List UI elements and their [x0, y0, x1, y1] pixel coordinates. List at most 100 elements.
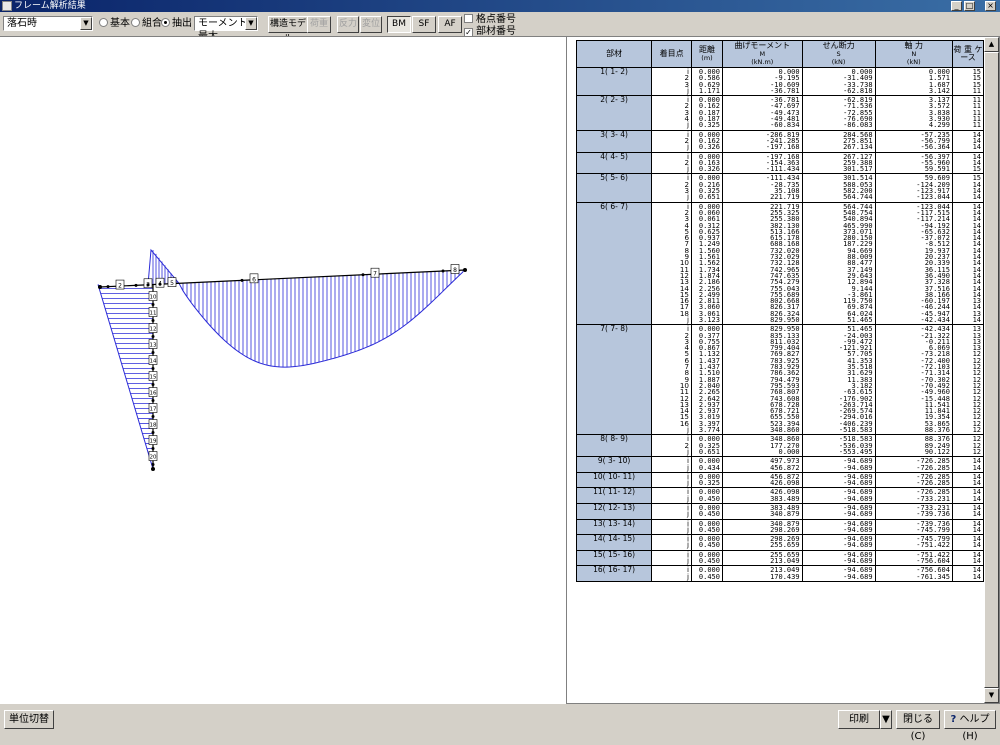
case-cell: 14 14	[951, 534, 985, 551]
moment-select[interactable]: モーメント最大 ▼	[194, 16, 258, 42]
case-select-value: 落石時	[7, 18, 37, 29]
moment-cell: 221.719 255.325 255.380 382.130 513.166 …	[721, 202, 803, 326]
help-label: ヘルプ(H)	[959, 714, 990, 742]
member-label: 19	[150, 439, 157, 445]
table-row: 5( 5- 6) i 2 3 j 0.000 0.216 0.325 0.651 -1…	[575, 173, 985, 203]
col-moment-sym: M	[759, 50, 766, 58]
case-cell: 15 15 15 11	[951, 67, 985, 97]
table-row: 16( 16- 17) i j 0.000 0.450 213.049 170.439…	[575, 565, 985, 582]
shear-cell: 0.000 -31.409 -33.738 -62.818	[801, 67, 876, 97]
shear-cell: -518.583 -536.039 -553.495	[801, 434, 876, 458]
print-button[interactable]: 印刷	[838, 710, 880, 729]
member-cell: 1( 1- 2)	[575, 67, 653, 97]
member-cell: 8( 8- 9)	[575, 434, 653, 458]
close-button[interactable]: 閉じる(C)	[896, 710, 940, 742]
shear-cell: -94.689 -94.689	[801, 503, 876, 520]
case-cell: 13 13 13 13 12 12 12 12 12 12 12 12 12 1…	[951, 324, 985, 436]
axial-cell: -726.285 -733.231	[874, 487, 953, 504]
member-label: 18	[150, 423, 157, 429]
case-select[interactable]: 落石時 ▼	[3, 16, 93, 31]
radio-basic-dot	[99, 18, 108, 27]
displacement-button[interactable]: 変位	[360, 16, 382, 33]
chevron-down-icon: ▼	[245, 17, 257, 30]
radio-extract[interactable]: 抽出	[161, 18, 192, 29]
axial-cell: -739.736 -745.799	[874, 519, 953, 536]
table-row: 1( 1- 2) i 2 3 j 0.000 0.586 0.629 1.171 0.…	[575, 67, 985, 97]
col-load-case: 荷 重 ケース	[951, 40, 985, 68]
table-row: 7( 7- 8) i 2 3 4 5 6 7 8 9 10 11 12 13 14…	[575, 324, 985, 436]
frame-diagram-canvas[interactable]: 23456781011121314151617181920	[0, 36, 566, 704]
maximize-button[interactable]: □	[964, 1, 975, 11]
col-moment-label: 曲げモーメント	[734, 41, 791, 50]
axial-cell: -726.285 -726.285	[874, 456, 953, 473]
window-title: フレーム解析結果	[14, 1, 86, 11]
structure-model-button[interactable]: 構造モデル	[268, 16, 308, 44]
node-dot	[151, 399, 155, 403]
distance-cell: 0.000 0.450	[691, 503, 723, 520]
help-button[interactable]: ? ヘルプ(H)	[944, 710, 996, 742]
load-button[interactable]: 荷重	[307, 16, 331, 33]
axial-cell: -726.285 -726.285	[874, 472, 953, 489]
member-cell: 14( 14- 15)	[575, 534, 653, 551]
vertical-scrollbar[interactable]: ▲ ▼	[984, 37, 999, 703]
table-row: 12( 12- 13) i j 0.000 0.450 383.489 340.879…	[575, 503, 985, 520]
col-distance-label: 距離	[698, 45, 715, 54]
point-cell: i j	[651, 456, 693, 473]
node-dot	[134, 283, 138, 287]
radio-basic-label: 基本	[110, 18, 130, 29]
result-table-panel[interactable]: 部材 着目点 距離 (m) 曲げモーメント M (kN.m) せん断力 S (kN) 軸 …	[566, 36, 1000, 704]
table-row: 4( 4- 5) i 2 j 0.000 0.163 0.326 -197.168 -…	[575, 152, 985, 175]
point-cell: i j	[651, 565, 693, 582]
moment-cell: 348.860 177.270 0.000	[721, 434, 803, 458]
node-dot	[146, 283, 150, 287]
member-label: 12	[150, 327, 157, 333]
scroll-down-icon[interactable]: ▼	[984, 688, 999, 703]
bm-button[interactable]: BM	[387, 16, 411, 33]
member-cell: 4( 4- 5)	[575, 152, 653, 175]
minimize-button[interactable]: _	[951, 1, 962, 11]
case-cell: 15 14 14 14	[951, 173, 985, 203]
close-window-button[interactable]: ×	[985, 1, 996, 11]
shear-cell: -94.689 -94.689	[801, 472, 876, 489]
member-cell: 11( 11- 12)	[575, 487, 653, 504]
node-dot	[151, 303, 155, 307]
unit-switch-button[interactable]: 単位切替	[4, 710, 54, 729]
axial-cell: -751.422 -756.604	[874, 550, 953, 567]
member-label: 16	[150, 391, 157, 397]
shear-cell: 564.744 548.754 540.894 465.990 373.071 …	[801, 202, 876, 326]
sf-button[interactable]: SF	[412, 16, 436, 33]
scroll-up-icon[interactable]: ▲	[984, 37, 999, 52]
shear-cell: 267.127 259.388 301.517	[801, 152, 876, 175]
distance-cell: 0.000 0.060 0.061 0.312 0.625 0.937 1.24…	[691, 202, 723, 326]
table-row: 9( 3- 10) i j 0.000 0.434 497.973 456.872 -9…	[575, 456, 985, 473]
case-cell: 14 14	[951, 503, 985, 520]
moment-cell: 0.000 -9.195 -10.609 -36.781	[721, 67, 803, 97]
af-button[interactable]: AF	[438, 16, 462, 33]
point-cell: i 2 3 4 5 6 7 8 9 10 11 12 13 14 15 16 1…	[651, 202, 693, 326]
moment-cell: 426.098 383.489	[721, 487, 803, 504]
member-label: 6	[252, 276, 256, 283]
beam-moment-outline	[178, 271, 464, 368]
reaction-button[interactable]: 反力	[337, 16, 359, 33]
node-dot	[361, 273, 365, 277]
radio-combo[interactable]: 組合	[131, 18, 162, 29]
point-cell: i j	[651, 534, 693, 551]
member-label: 17	[150, 407, 157, 413]
shear-cell: -94.689 -94.689	[801, 565, 876, 582]
node-number-checkbox[interactable]: 格点番号	[464, 14, 516, 25]
table-row: 3( 3- 4) i 2 j 0.000 0.162 0.326 -286.819 -…	[575, 130, 985, 153]
radio-extract-label: 抽出	[172, 18, 192, 29]
table-row: 15( 15- 16) i j 0.000 0.450 255.659 213.049…	[575, 550, 985, 567]
chevron-down-icon[interactable]: ▼	[880, 710, 892, 729]
table-row: 2( 2- 3) i 2 3 4 j 0.000 0.162 0.187 0.187…	[575, 95, 985, 131]
col-member: 部材	[575, 40, 653, 68]
radio-basic[interactable]: 基本	[99, 18, 130, 29]
member-cell: 13( 13- 14)	[575, 519, 653, 536]
col-shear-sym: S	[836, 50, 841, 58]
case-cell: 14 14 14 14 14 14 14 14 14 14 14 14 14 1…	[951, 202, 985, 326]
node-dot	[151, 351, 155, 355]
column-moment-outline	[97, 284, 154, 470]
status-bar: 単位切替 印刷 ▼ 閉じる(C) ? ヘルプ(H)	[0, 704, 1000, 742]
scroll-thumb[interactable]	[984, 52, 999, 688]
col-point: 着目点	[651, 40, 693, 68]
